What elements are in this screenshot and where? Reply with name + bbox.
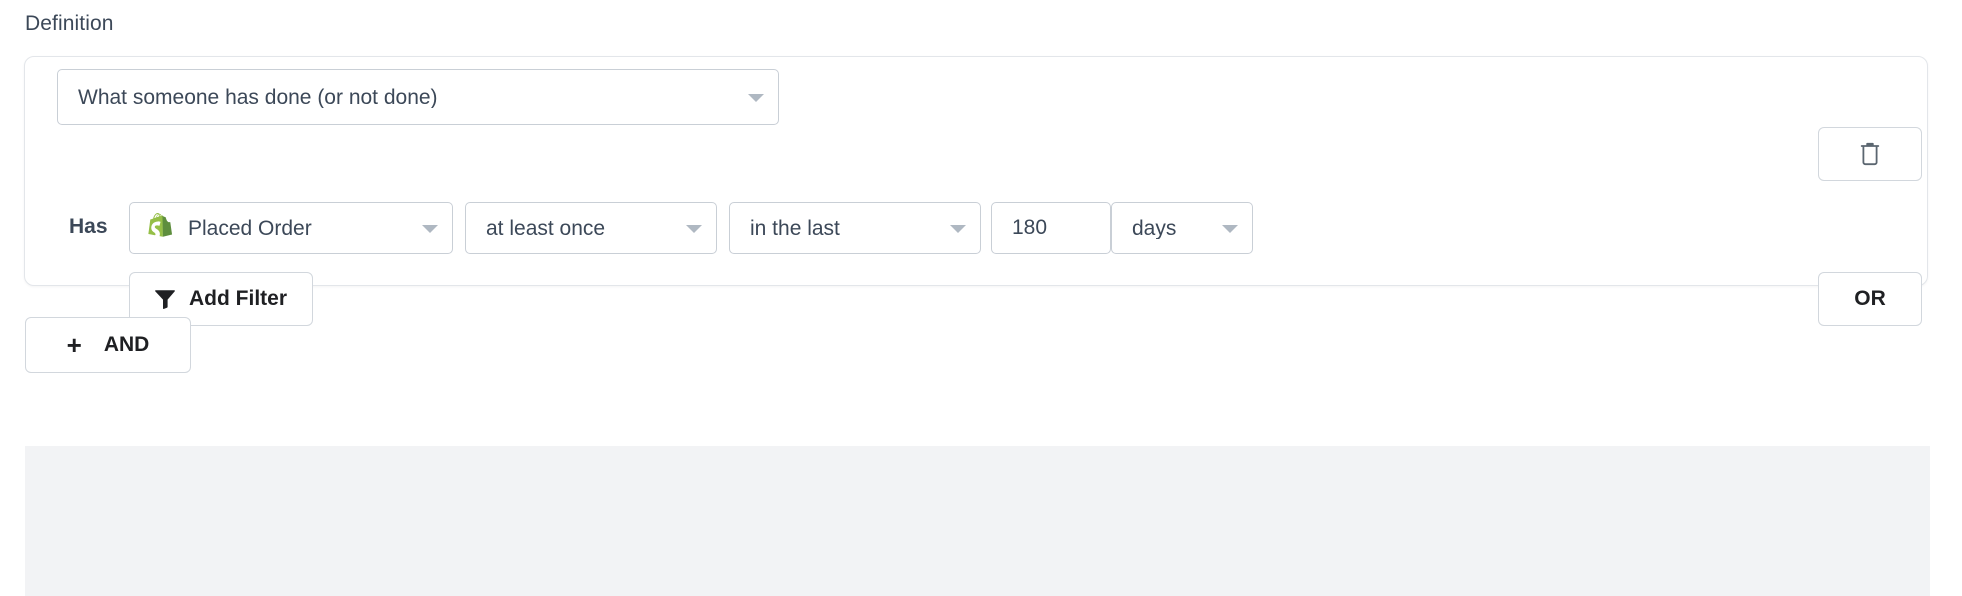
timeframe-value: in the last — [750, 217, 840, 239]
definition-card: What someone has done (or not done) Has … — [24, 56, 1928, 326]
add-filter-label: Add Filter — [189, 287, 287, 310]
time-unit-value: days — [1132, 217, 1177, 239]
frequency-value: at least once — [486, 217, 606, 239]
amount-input[interactable] — [1012, 216, 1110, 240]
and-button-label: AND — [103, 333, 150, 356]
or-button[interactable]: OR — [1818, 272, 1922, 326]
chevron-down-icon — [686, 225, 702, 233]
funnel-icon — [155, 290, 175, 309]
metric-value: Placed Order — [188, 217, 312, 239]
delete-condition-button[interactable] — [1818, 127, 1922, 181]
condition-type-value: What someone has done (or not done) — [78, 86, 438, 108]
timeframe-select[interactable]: in the last — [729, 202, 981, 254]
time-unit-select[interactable]: days — [1111, 202, 1253, 254]
plus-icon: + — [66, 330, 82, 360]
footer-bar: Cancel Create Segment » — [25, 446, 1930, 596]
shopify-icon — [148, 213, 173, 240]
metric-select[interactable]: Placed Order — [129, 202, 453, 254]
condition-type-select[interactable]: What someone has done (or not done) — [57, 69, 779, 125]
chevron-down-icon — [1222, 225, 1238, 233]
chevron-down-icon — [950, 225, 966, 233]
or-button-label: OR — [1854, 287, 1886, 310]
chevron-down-icon — [422, 225, 438, 233]
segment-definition-page: Definition What someone has done (or not… — [0, 0, 1962, 596]
frequency-select[interactable]: at least once — [465, 202, 717, 254]
chevron-down-icon — [748, 94, 764, 102]
amount-input-wrapper[interactable] — [991, 202, 1111, 254]
add-and-group-button[interactable]: + AND — [25, 317, 191, 373]
definition-section-label: Definition — [25, 12, 114, 35]
trash-icon — [1860, 142, 1880, 166]
filter-prefix-label: Has — [69, 215, 108, 238]
